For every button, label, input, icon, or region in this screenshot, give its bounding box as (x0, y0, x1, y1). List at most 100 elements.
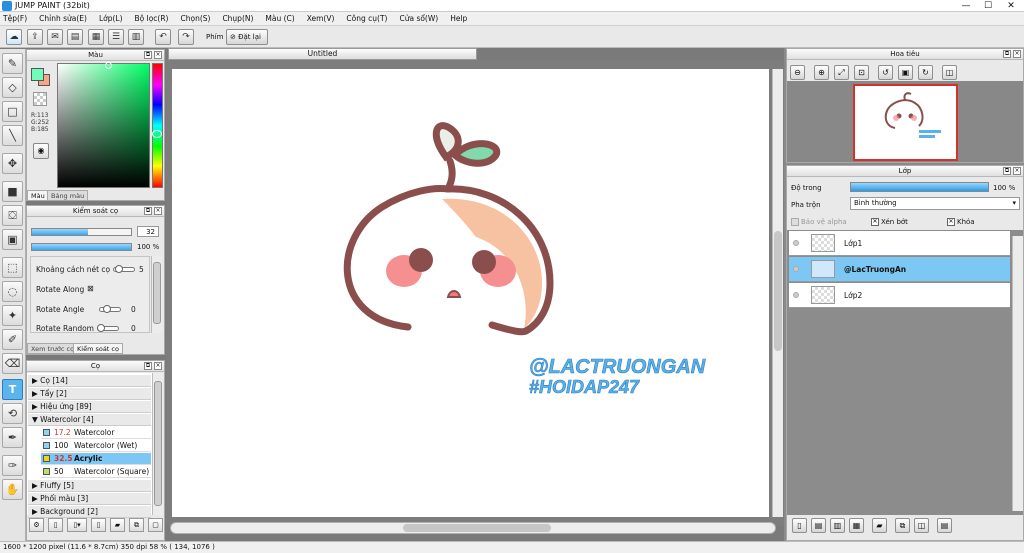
fit-screen-icon[interactable]: ⤢ (834, 65, 849, 80)
reset-button[interactable]: ⊘ Đặt lại (226, 29, 268, 45)
actual-size-icon[interactable]: ⊡ (854, 65, 869, 80)
close-panel-icon[interactable]: × (1013, 50, 1021, 58)
tab-palette[interactable]: Bảng màu (47, 190, 89, 201)
menu-file[interactable]: Tệp(F) (3, 14, 27, 23)
visibility-icon[interactable] (793, 240, 799, 246)
hue-slider[interactable] (152, 63, 163, 188)
menu-tools[interactable]: Công cụ(T) (346, 14, 387, 23)
horizontal-scroll-thumb[interactable] (403, 524, 551, 532)
share-icon[interactable]: ⇪ (27, 29, 43, 45)
comment-icon[interactable]: ✉ (47, 29, 63, 45)
layer-list-scrollbar[interactable] (1012, 236, 1023, 511)
spacing-knob[interactable] (115, 265, 123, 273)
menu-edit[interactable]: Chỉnh sửa(E) (39, 14, 87, 23)
text-tool-icon[interactable]: T (2, 379, 23, 400)
select-pen-icon[interactable]: ✐ (2, 329, 23, 350)
message-icon[interactable]: ▤ (67, 29, 83, 45)
blend-mode-select[interactable]: Bình thường ▾ (850, 197, 1020, 210)
color-picker-icon[interactable]: ◉ (33, 143, 49, 159)
eraser-tool-icon[interactable]: ◇ (2, 77, 23, 98)
undock-icon[interactable]: ⧉ (144, 207, 152, 215)
saturation-value-marker[interactable] (105, 62, 112, 69)
new-brush-icon[interactable]: ▯ (48, 518, 63, 532)
list-item-selected[interactable]: 32.5 Acrylic (41, 453, 151, 465)
list-item[interactable]: 17.2 Watercolor (41, 427, 151, 439)
hue-marker[interactable] (152, 130, 162, 138)
list-icon[interactable]: ☰ (108, 29, 124, 45)
lasso-select-icon[interactable]: ◌ (2, 281, 23, 302)
gradient-tool-icon[interactable]: ▣ (2, 229, 23, 250)
menu-view[interactable]: Xem(V) (307, 14, 335, 23)
brush-tool-icon[interactable]: ✎ (2, 53, 23, 74)
visibility-icon[interactable] (793, 266, 799, 272)
tab-color[interactable]: Màu (27, 190, 49, 201)
duplicate-icon[interactable]: ⧉ (129, 518, 144, 532)
protect-alpha-checkbox[interactable]: Bảo vệ alpha (791, 218, 847, 226)
brush-size-value[interactable]: 32 (137, 226, 159, 237)
foreground-color-swatch[interactable] (31, 68, 44, 81)
bucket-tool-icon[interactable]: ⛋ (2, 205, 23, 226)
eyedropper-tool-icon[interactable]: ✒ (2, 427, 23, 448)
lock-checkbox[interactable]: ✕ Khóa (947, 218, 975, 226)
delete-layer-icon[interactable]: ▤ (937, 518, 952, 533)
magic-wand-icon[interactable]: ✦ (2, 305, 23, 326)
layer-opacity-slider[interactable] (850, 182, 989, 192)
rotate-right-icon[interactable]: ↻ (918, 65, 933, 80)
line-tool-icon[interactable]: ╲ (2, 125, 23, 146)
menu-filter[interactable]: Bộ lọc(R) (135, 14, 169, 23)
clipping-checkbox[interactable]: ✕ Xén bớt (871, 218, 908, 226)
close-panel-icon[interactable]: × (1013, 167, 1021, 175)
canvas-horizontal-scrollbar[interactable] (170, 522, 776, 534)
brush-opacity-slider[interactable] (31, 243, 132, 251)
folder-icon[interactable]: ▰ (110, 518, 125, 532)
redo-icon[interactable]: ↷ (178, 29, 194, 45)
visibility-icon[interactable] (793, 292, 799, 298)
brush-group-fluffy[interactable]: ▶ Fluffy [5] (28, 480, 151, 492)
rotate-along-checkbox[interactable]: ⊠ (87, 284, 94, 293)
hand-tool-icon[interactable]: ✋ (2, 479, 23, 500)
undock-icon[interactable]: ⧉ (144, 362, 152, 370)
list-item[interactable]: 100 Watercolor (Wet) (41, 440, 151, 452)
fill-rect-tool-icon[interactable]: ■ (2, 181, 23, 202)
layer-row[interactable]: Lớp1 (789, 231, 1010, 256)
undock-icon[interactable]: ⧉ (144, 51, 152, 59)
rotate-random-knob[interactable] (97, 324, 105, 332)
menu-color[interactable]: Màu (C) (265, 14, 294, 23)
new-vector-layer-icon[interactable]: ▤ (811, 518, 826, 533)
menu-select[interactable]: Chọn(S) (180, 14, 210, 23)
undock-icon[interactable]: ⧉ (1003, 167, 1011, 175)
brush-group-eraser[interactable]: ▶ Tẩy [2] (28, 388, 151, 400)
menu-layer[interactable]: Lớp(L) (99, 14, 123, 23)
new-layer-icon[interactable]: ▯ (792, 518, 807, 533)
new-halftone-layer-icon[interactable]: ▦ (849, 518, 864, 533)
zoom-in-icon[interactable]: ⊕ (814, 65, 829, 80)
rotate-angle-knob[interactable] (103, 305, 111, 313)
menu-window[interactable]: Cửa sổ(W) (399, 14, 438, 23)
canvas-vertical-scrollbar[interactable] (772, 69, 783, 517)
list-item[interactable]: 50 Watercolor (Square) (41, 466, 151, 478)
close-button[interactable]: ✕ (1001, 0, 1021, 12)
brush-settings-icon[interactable]: ⚙ (29, 518, 44, 532)
page-icon[interactable]: ▦ (88, 29, 104, 45)
flip-icon[interactable]: ◫ (942, 65, 957, 80)
move-tool-icon[interactable]: ✥ (2, 153, 23, 174)
minimize-button[interactable]: — (956, 0, 976, 12)
reset-rotation-icon[interactable]: ▣ (898, 65, 913, 80)
brush-group-effects[interactable]: ▶ Hiệu ứng [89] (28, 401, 151, 413)
rect-tool-icon[interactable]: □ (2, 101, 23, 122)
duplicate-layer-icon[interactable]: ⧉ (895, 518, 910, 533)
navigator-preview[interactable] (853, 84, 958, 161)
document-tab[interactable]: Untitled (168, 48, 477, 60)
rotate-left-icon[interactable]: ↺ (878, 65, 893, 80)
zoom-out-icon[interactable]: ⊖ (790, 65, 805, 80)
close-panel-icon[interactable]: × (154, 362, 162, 370)
maximize-button[interactable]: ☐ (978, 0, 998, 12)
layer-row-selected[interactable]: @LacTruongAn (789, 257, 1010, 282)
merge-layer-icon[interactable]: ◫ (914, 518, 929, 533)
drawing-canvas[interactable]: @LACTRUONGAN #HOIDAP247 (172, 69, 769, 517)
transform-tool-icon[interactable]: ⟲ (2, 403, 23, 424)
new-text-layer-icon[interactable]: ▥ (830, 518, 845, 533)
menu-capture[interactable]: Chụp(N) (222, 14, 253, 23)
tab-brush-preview[interactable]: Xem trước cọ (27, 343, 79, 354)
close-panel-icon[interactable]: × (154, 51, 162, 59)
